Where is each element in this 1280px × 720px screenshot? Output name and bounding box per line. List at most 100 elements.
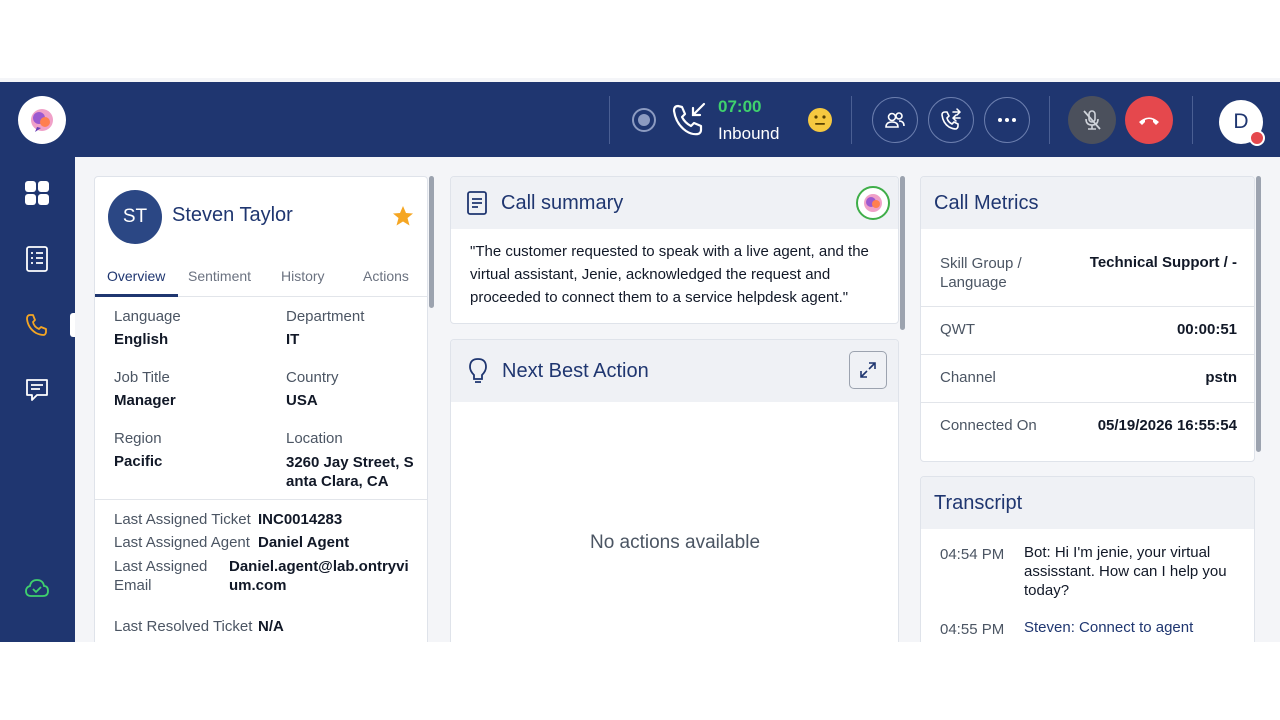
call-summary-text: "The customer requested to speak with a …: [470, 243, 869, 306]
connection-status-icon: [22, 573, 52, 603]
users-icon: [885, 112, 905, 128]
metric-row: QWT 00:00:51: [921, 307, 1254, 355]
grid-icon: [25, 181, 49, 205]
section-divider: [95, 499, 427, 500]
metric-row: Channel pstn: [921, 355, 1254, 403]
last-ticket-value: INC0014283: [258, 511, 343, 528]
department-label: Department: [286, 308, 365, 325]
sidebar: [0, 157, 75, 642]
sidebar-item-chat[interactable]: [22, 375, 52, 405]
active-nav-indicator: [70, 313, 75, 337]
country-label: Country: [286, 369, 339, 386]
last-ticket-label: Last Assigned Ticket: [114, 511, 251, 528]
header-divider: [609, 96, 610, 144]
nba-header: Next Best Action: [451, 340, 898, 402]
hang-up-icon: [1139, 117, 1159, 125]
ai-assistant-icon[interactable]: [856, 186, 890, 220]
phone-icon: [26, 314, 47, 336]
transcript-title: Transcript: [921, 477, 1254, 529]
chat-icon: [26, 379, 48, 401]
language-value: English: [114, 331, 169, 348]
contact-card: ST Steven Taylor Overview Sentiment Hist…: [94, 176, 428, 642]
metric-value: Technical Support / -: [1089, 254, 1237, 271]
metric-label: Channel: [940, 369, 996, 386]
last-agent-value: Daniel Agent: [258, 534, 350, 551]
header-divider: [851, 96, 852, 144]
job-title-label: Job Title: [114, 369, 170, 386]
more-options-button[interactable]: [984, 97, 1030, 143]
metric-row: Connected On 05/19/2026 16:55:54: [921, 403, 1254, 451]
expand-button[interactable]: [849, 351, 887, 389]
region-value: Pacific: [114, 453, 163, 470]
metric-value: 00:00:51: [1176, 321, 1237, 338]
app-logo-icon[interactable]: [18, 96, 66, 144]
metric-value: pstn: [1205, 369, 1237, 386]
call-metrics-card: Call Metrics Skill Group / Language Tech…: [920, 176, 1255, 462]
lightbulb-icon: [469, 358, 487, 383]
cloud-check-icon: [25, 579, 49, 597]
transcript-time: 04:54 PM: [940, 546, 1005, 563]
last-email-label: Last Assigned Email: [114, 558, 208, 594]
call-summary-card: Call summary "The customer requested to …: [450, 176, 899, 324]
language-label: Language: [114, 308, 181, 325]
mic-off-icon: [1083, 110, 1101, 130]
transfer-call-button[interactable]: [928, 97, 974, 143]
middle-scrollbar[interactable]: [900, 176, 905, 330]
next-best-action-card: Next Best Action No actions available: [450, 339, 899, 642]
contact-avatar: ST: [108, 190, 162, 244]
department-value: IT: [286, 331, 300, 348]
region-label: Region: [114, 430, 162, 447]
header-divider: [1049, 96, 1050, 144]
metric-row: Skill Group / Language Technical Support…: [921, 239, 1254, 307]
tab-actions[interactable]: Actions: [363, 268, 409, 284]
metric-label: Skill Group / Language: [940, 255, 1022, 291]
last-resolved-label: Last Resolved Ticket: [114, 618, 253, 635]
tab-overview[interactable]: Overview: [107, 268, 165, 284]
favorite-star-icon[interactable]: [391, 204, 415, 228]
contact-scrollbar[interactable]: [429, 176, 434, 308]
call-transfer-icon: [941, 108, 962, 130]
more-horizontal-icon: [998, 118, 1016, 122]
neutral-face-icon: [808, 108, 832, 132]
transcript-card: Transcript 04:54 PM Bot: Hi I'm jenie, y…: [920, 476, 1255, 642]
tab-history[interactable]: History: [281, 268, 325, 284]
hang-up-button[interactable]: [1125, 96, 1173, 144]
contact-tabs: Overview Sentiment History Actions: [95, 262, 427, 297]
metric-label: Connected On: [940, 417, 1037, 434]
sidebar-item-calls[interactable]: [22, 310, 52, 340]
country-value: USA: [286, 392, 318, 409]
expand-icon: [860, 362, 876, 378]
participants-button[interactable]: [872, 97, 918, 143]
contact-name: Steven Taylor: [172, 204, 293, 226]
top-bar: 07:00 Inbound D: [0, 82, 1280, 157]
metric-label: QWT: [940, 321, 975, 338]
call-summary-header: Call summary: [451, 177, 898, 229]
document-icon: [467, 191, 487, 215]
location-value: 3260 Jay Street, S anta Clara, CA: [286, 454, 414, 490]
tab-sentiment[interactable]: Sentiment: [188, 268, 251, 284]
job-title-value: Manager: [114, 392, 176, 409]
right-scrollbar[interactable]: [1256, 176, 1261, 452]
active-tab-underline: [95, 294, 178, 297]
last-resolved-value: N/A: [258, 618, 284, 635]
last-email-value: Daniel.agent@lab.ontryvium.com: [229, 558, 409, 594]
record-icon[interactable]: [632, 108, 656, 132]
no-actions-message: No actions available: [589, 532, 761, 553]
metric-value: 05/19/2026 16:55:54: [1097, 417, 1237, 434]
sidebar-item-tasks[interactable]: [22, 244, 52, 274]
location-label: Location: [286, 430, 343, 447]
call-metrics-title: Call Metrics: [921, 177, 1254, 229]
app-root: 07:00 Inbound D ST Steven Taylor Overvie…: [0, 78, 1280, 642]
header-divider: [1192, 96, 1193, 144]
transcript-time: 04:55 PM: [940, 621, 1005, 638]
incoming-call-icon: [672, 102, 706, 136]
call-direction: Inbound: [718, 124, 780, 143]
call-summary-title: Call summary: [501, 191, 624, 214]
mute-button[interactable]: [1068, 96, 1116, 144]
presence-status-dot: [1249, 130, 1265, 146]
sidebar-item-dashboard[interactable]: [22, 178, 52, 208]
nba-title: Next Best Action: [502, 359, 649, 382]
list-icon: [26, 246, 48, 272]
transcript-message: Bot: Hi I'm jenie, your virtual assissta…: [1024, 544, 1227, 599]
transcript-message: Steven: Connect to agent: [1024, 619, 1194, 636]
